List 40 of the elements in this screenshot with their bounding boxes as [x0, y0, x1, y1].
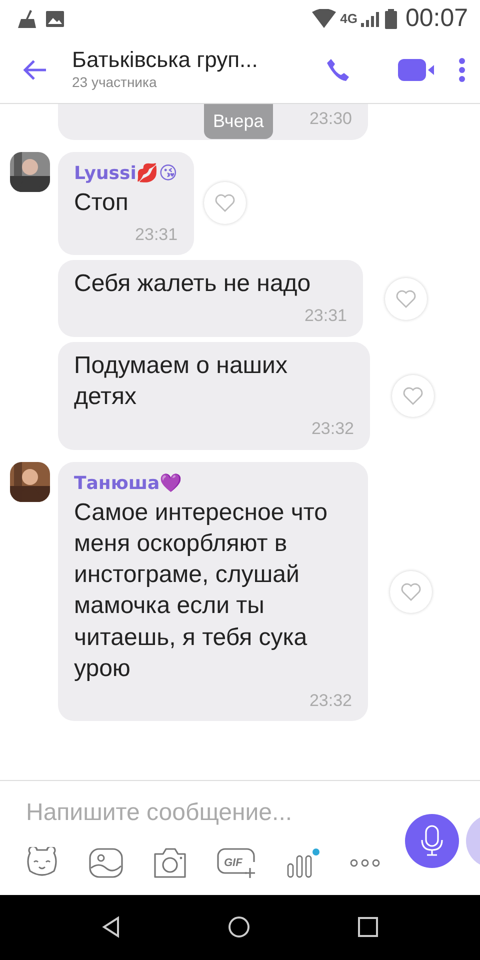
heart-icon — [395, 288, 417, 309]
heart-icon — [402, 386, 424, 406]
sticker-button[interactable] — [24, 847, 60, 879]
message-time: 23:32 — [308, 690, 352, 712]
network-type: 4G — [340, 10, 358, 28]
voice-message-button[interactable] — [405, 814, 459, 868]
broom-icon — [16, 10, 38, 28]
microphone-icon — [421, 825, 443, 857]
message-time: 23:32 — [310, 418, 354, 440]
message-text: Себя жалеть не надо — [74, 269, 312, 300]
image-icon — [46, 11, 64, 27]
home-nav-button[interactable] — [228, 916, 250, 940]
clock-time: 00:07 — [405, 3, 468, 34]
wifi-icon — [312, 9, 336, 29]
back-button[interactable] — [22, 58, 48, 82]
date-label: Вчера — [204, 104, 273, 139]
video-call-button[interactable] — [398, 58, 434, 82]
call-button[interactable] — [326, 58, 350, 83]
message-time: 23:31 — [303, 305, 347, 328]
participants-count: 23 участника — [72, 73, 158, 92]
more-icon — [349, 858, 381, 868]
heart-icon — [214, 193, 236, 214]
heart-icon — [400, 582, 422, 602]
chat-title: Батьківська груп... — [72, 48, 258, 72]
sender-name: Танюша💜 — [74, 472, 182, 496]
battery-icon — [385, 9, 398, 29]
gallery-button[interactable] — [89, 848, 123, 878]
message-text: Самое интересное что меня оскорбляют в инстограме, слушай мамочка если ты читаешь, я тебя сука урою — [74, 498, 328, 684]
camera-button[interactable] — [152, 847, 188, 879]
gif-button[interactable]: GIF — [217, 847, 257, 879]
signal-icon — [361, 11, 382, 27]
menu-button[interactable] — [458, 58, 466, 83]
back-nav-button[interactable] — [102, 916, 120, 940]
message-text: Стоп — [74, 188, 130, 218]
chart-button[interactable] — [286, 848, 320, 878]
message-time: 23:30 — [309, 108, 352, 130]
recents-nav-button[interactable] — [358, 916, 378, 940]
message-time: 23:31 — [134, 224, 178, 246]
sender-name: Lyussi💋😘 — [74, 162, 178, 186]
message-text: Подумаем о наших детях — [74, 350, 288, 412]
